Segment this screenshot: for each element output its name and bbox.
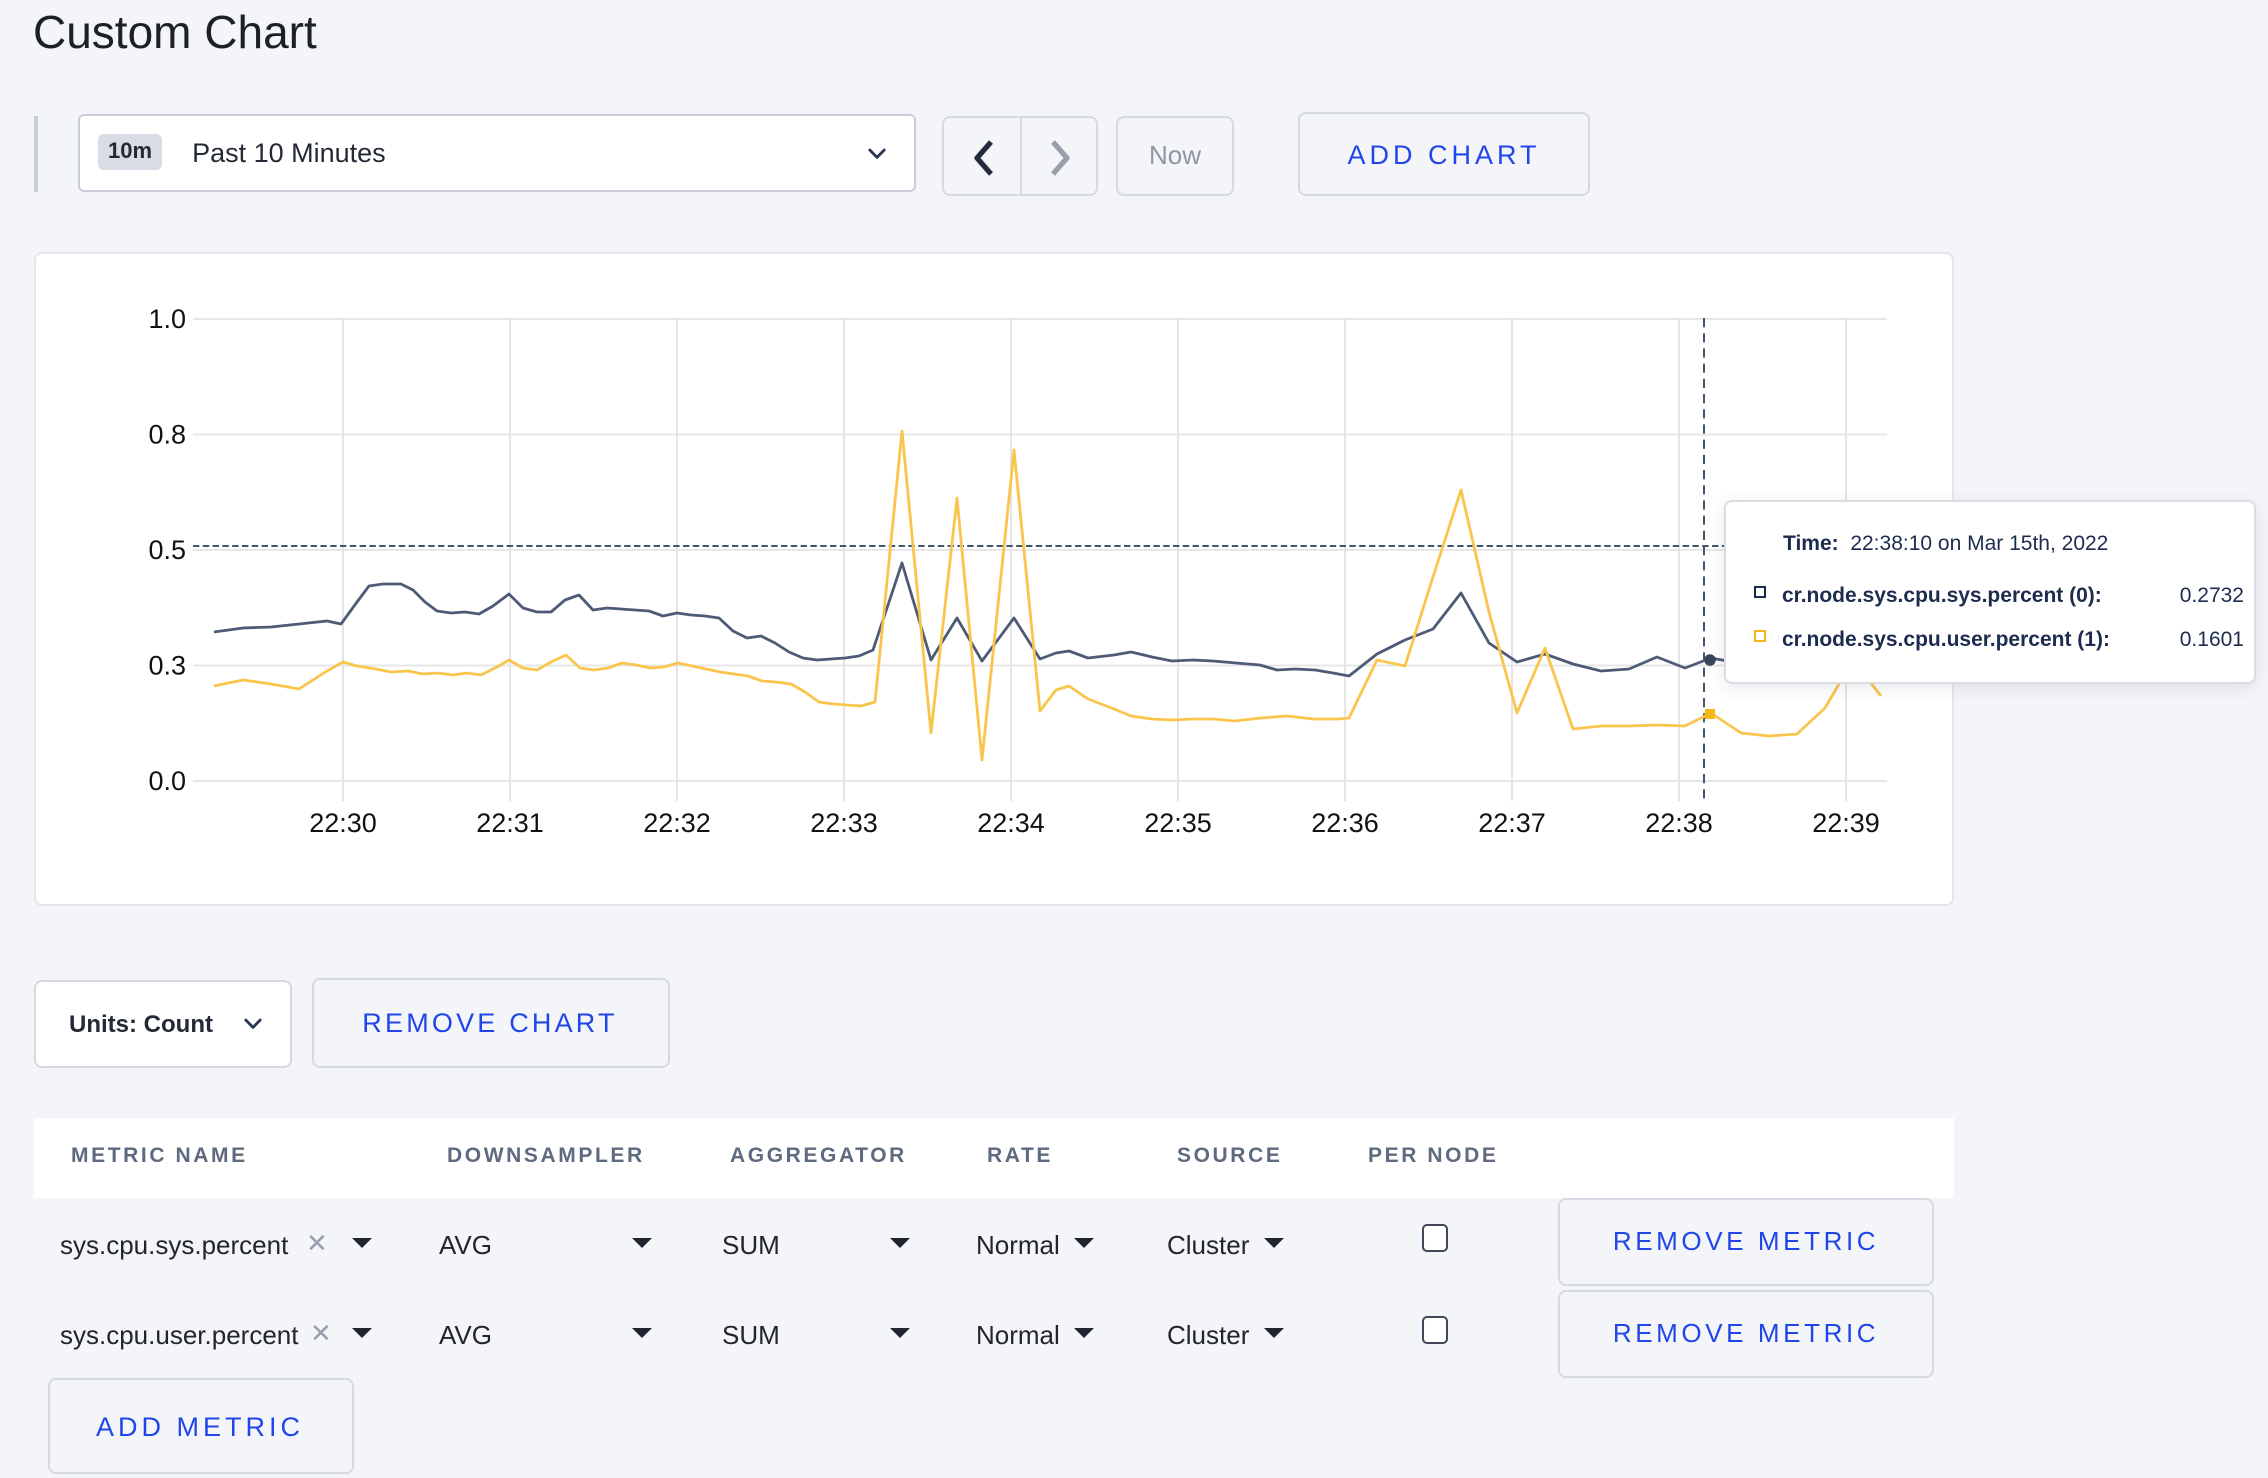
svg-text:22:35: 22:35	[1143, 808, 1211, 838]
svg-text:22:39: 22:39	[1811, 808, 1879, 838]
svg-text:22:34: 22:34	[976, 808, 1044, 838]
svg-text:0.5: 0.5	[147, 535, 185, 565]
svg-text:0.8: 0.8	[147, 420, 185, 450]
svg-text:22:30: 22:30	[308, 808, 376, 838]
svg-text:22:31: 22:31	[475, 808, 543, 838]
svg-text:0.0: 0.0	[147, 766, 185, 796]
svg-text:0.3: 0.3	[147, 651, 185, 681]
svg-text:22:37: 22:37	[1477, 808, 1545, 838]
svg-text:22:33: 22:33	[809, 808, 877, 838]
svg-text:22:38: 22:38	[1644, 808, 1712, 838]
svg-text:1.0: 1.0	[147, 304, 185, 334]
svg-text:22:36: 22:36	[1310, 808, 1378, 838]
svg-text:22:32: 22:32	[642, 808, 710, 838]
